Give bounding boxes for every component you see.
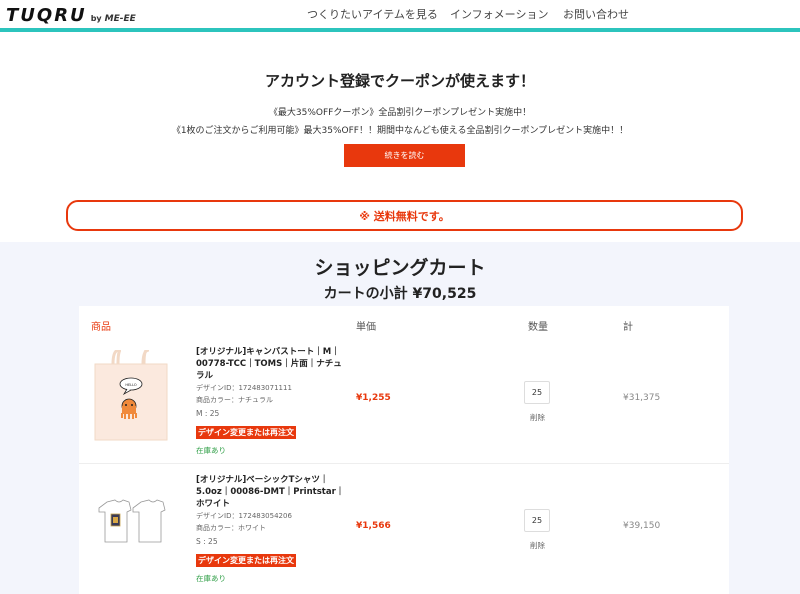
nav-contact-link[interactable]: お問い合わせ — [563, 6, 629, 22]
column-header-product: 商品 — [91, 322, 111, 333]
cart-subtotal: カートの小計 ¥70,525 — [323, 286, 477, 302]
delete-button[interactable]: 削除 — [530, 540, 545, 551]
stock-status: 在庫あり — [196, 574, 226, 583]
line-total: ¥39,150 — [623, 521, 661, 531]
column-header-quantity: 数量 — [528, 322, 548, 333]
bubble-text: HELLO — [125, 383, 137, 387]
design-id: デザインID：172483054206 — [196, 512, 292, 520]
quantity-input[interactable] — [524, 381, 550, 404]
promo-line-2: 《1枚のご注文からご利用可能》最大35%OFF！！期間中なんども使える全品割引ク… — [171, 126, 629, 136]
product-size: S : 25 — [196, 537, 218, 546]
change-design-button[interactable]: デザイン変更または再注文 — [196, 554, 296, 567]
site-header: TUQRU by ME-EE つくりたいアイテムを見る インフォメーション お問… — [0, 0, 800, 30]
header-accent-bar — [0, 28, 800, 32]
product-color: 商品カラー：ナチュラル — [196, 396, 273, 404]
unit-price: ¥1,255 — [356, 393, 391, 403]
cart-row: [オリジナル]ベーシックTシャツ｜5.0oz｜00086-DMT｜Printst… — [79, 463, 729, 590]
stock-status: 在庫あり — [196, 446, 226, 455]
cart-row: HELLO [オリジナル]キャンバストート｜M｜00778-TCC｜TOMS｜片… — [79, 336, 729, 463]
promo-line-1: 《最大35%OFFクーポン》全品割引クーポンプレゼント実施中！ — [268, 108, 532, 118]
change-design-button[interactable]: デザイン変更または再注文 — [196, 426, 296, 439]
read-more-button[interactable]: 続きを読む — [344, 144, 465, 167]
site-logo[interactable]: TUQRU by ME-EE — [6, 5, 136, 26]
product-name[interactable]: [オリジナル]ベーシックTシャツ｜5.0oz｜00086-DMT｜Printst… — [196, 474, 346, 510]
product-name[interactable]: [オリジナル]キャンバストート｜M｜00778-TCC｜TOMS｜片面｜ナチュラ… — [196, 346, 346, 382]
logo-main-text: TUQRU — [6, 5, 87, 26]
free-shipping-banner: ※ 送料無料です。 — [66, 200, 743, 231]
tote-bag-image[interactable]: HELLO — [93, 350, 169, 442]
unit-price: ¥1,566 — [356, 521, 391, 531]
nav-items-link[interactable]: つくりたいアイテムを見る — [307, 6, 438, 22]
product-info: [オリジナル]ベーシックTシャツ｜5.0oz｜00086-DMT｜Printst… — [196, 474, 346, 584]
column-header-total: 計 — [623, 322, 633, 333]
delete-button[interactable]: 削除 — [530, 412, 545, 423]
cart-title: ショッピングカート — [314, 257, 486, 279]
column-header-unit-price: 単価 — [356, 322, 376, 333]
design-id: デザインID：172483071111 — [196, 384, 292, 392]
nav-information-link[interactable]: インフォメーション — [450, 6, 548, 22]
promo-title: アカウント登録でクーポンが使えます！ — [264, 72, 535, 90]
line-total: ¥31,375 — [623, 393, 661, 403]
cart-table: 商品 単価 数量 計 HELLO [オリジナル]キャンバストート｜M｜00778… — [79, 306, 729, 594]
product-info: [オリジナル]キャンバストート｜M｜00778-TCC｜TOMS｜片面｜ナチュラ… — [196, 346, 346, 456]
quantity-input[interactable] — [524, 509, 550, 532]
product-color: 商品カラー：ホワイト — [196, 524, 266, 532]
tshirt-image[interactable] — [93, 478, 169, 570]
logo-by-text: by — [90, 14, 102, 23]
logo-sub-text: ME-EE — [104, 14, 136, 24]
product-size: M : 25 — [196, 409, 220, 418]
